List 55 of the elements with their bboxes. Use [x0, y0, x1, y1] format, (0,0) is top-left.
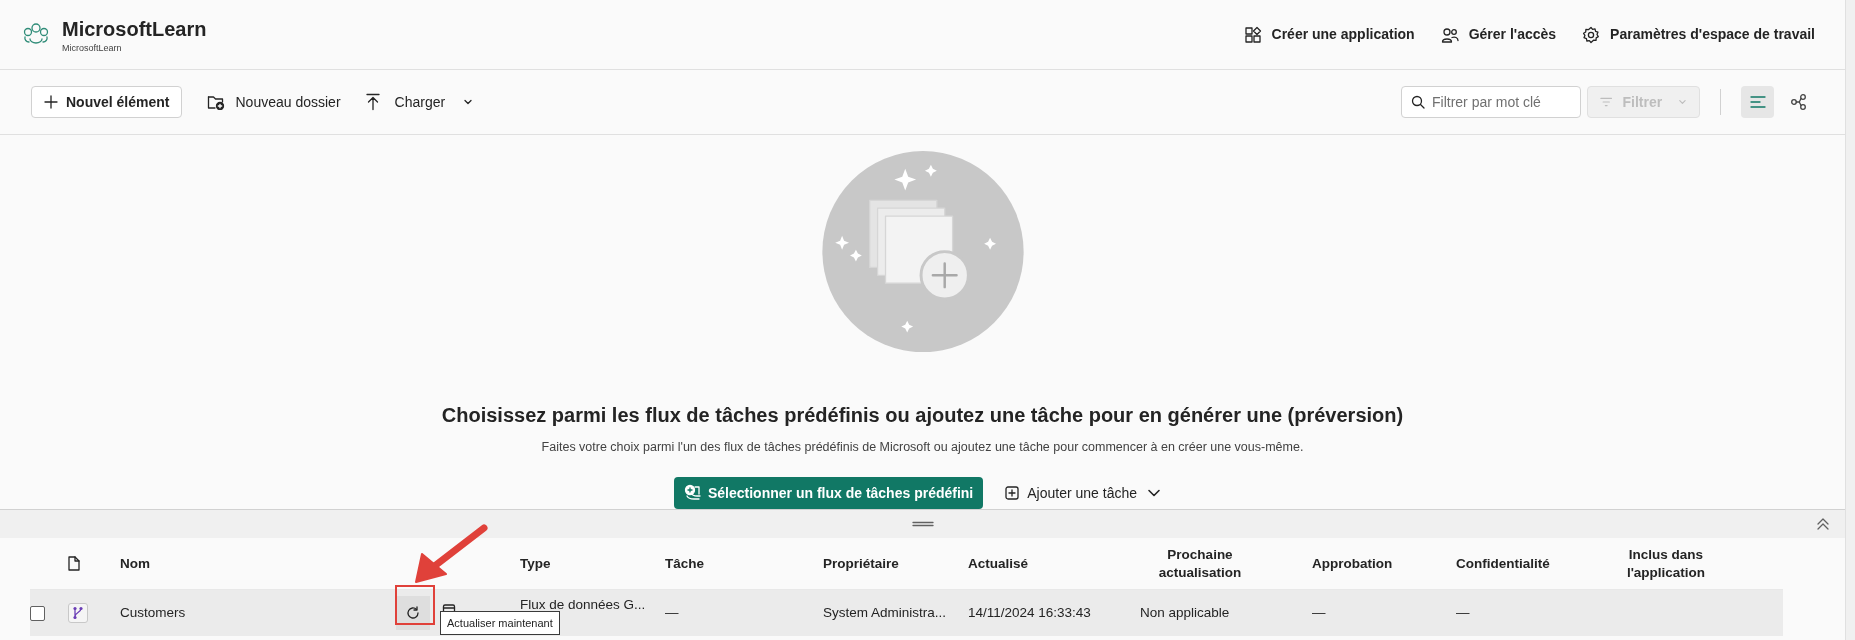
- column-header: Nom: [120, 554, 151, 573]
- header-action-button[interactable]: Paramètres d'espace de travail: [1582, 24, 1815, 45]
- item-name[interactable]: Customers: [120, 604, 186, 620]
- sensitivity-cell: —: [1456, 604, 1470, 620]
- empty-state-description: Faites votre choix parmi l'un des flux de tâches prédéfinis de Microsoft ou ajoutez une tâche pour commencer à en créer une vous-même.: [541, 439, 1304, 457]
- filter-field[interactable]: Filtrer par mot clé: [1401, 86, 1581, 118]
- select-workflow-button[interactable]: Sélectionner un flux de tâches prédéfini: [673, 477, 984, 509]
- column-header: Propriétaire: [823, 554, 900, 573]
- workspace-subtitle: MicrosoftLearn: [62, 41, 123, 54]
- column-header: Approbation: [1312, 554, 1394, 573]
- people-icon: [1440, 25, 1459, 44]
- folder-plus-icon: [207, 94, 226, 110]
- column-header: Prochaine actualisation: [1157, 545, 1243, 582]
- tooltip: Actualiser maintenant: [440, 611, 560, 635]
- filter-icon: [1600, 96, 1613, 108]
- refresh-icon: [406, 606, 420, 620]
- column-header: Type: [520, 554, 552, 573]
- upload-icon: [364, 93, 381, 111]
- workspace-title: MicrosoftLearn: [62, 16, 207, 42]
- empty-state-title: Choisissez parmi les flux de tâches prédéfinis ou ajoutez une tâche pour en générer une (préversion): [441, 403, 1404, 429]
- chevron-down-icon: [1147, 488, 1161, 498]
- row-checkbox[interactable]: [30, 605, 45, 621]
- column-header: Confidentialité: [1456, 554, 1551, 573]
- double-chevron-up-icon: [1816, 517, 1830, 531]
- new-folder-button[interactable]: Nouveau dossier: [207, 91, 341, 113]
- task-cell: —: [665, 604, 679, 620]
- column-header: Actualisé: [968, 554, 1030, 573]
- file-icon: [68, 556, 80, 571]
- header-action-button[interactable]: Gérer l'accès: [1440, 24, 1557, 45]
- next-refresh-cell: Non applicable: [1140, 604, 1230, 620]
- view-toggle-button[interactable]: [1741, 86, 1774, 118]
- header-action-button[interactable]: Créer une application: [1243, 24, 1415, 45]
- collapse-button[interactable]: [1815, 516, 1831, 532]
- plus-icon: [44, 95, 58, 109]
- approval-cell: —: [1312, 604, 1326, 620]
- lineage-view-icon: [1789, 93, 1808, 111]
- stacked-plus-icon: [683, 484, 702, 502]
- settings-icon: [1582, 25, 1601, 44]
- scrollbar[interactable]: [1845, 0, 1855, 640]
- drag-handle-icon: [911, 521, 934, 527]
- owner-cell: System Administra...: [823, 604, 947, 620]
- apps-icon: [1243, 25, 1262, 44]
- list-view-icon: [1748, 93, 1767, 111]
- column-header: Tâche: [665, 554, 706, 573]
- new-item-button[interactable]: Nouvel élément: [31, 86, 183, 118]
- type-cell: Flux de données G...: [520, 596, 646, 612]
- chevron-down-icon: [463, 97, 474, 107]
- refreshed-cell: 14/11/2024 16:33:43: [968, 604, 1091, 620]
- chevron-down-icon: [1678, 97, 1687, 107]
- highlight-frame: [395, 585, 435, 625]
- plus-square-icon: [1005, 486, 1020, 500]
- column-header: Inclus dans l'application: [1625, 545, 1707, 582]
- add-task-button[interactable]: Ajouter une tâche: [1005, 482, 1161, 504]
- upload-button[interactable]: Charger: [364, 91, 474, 113]
- dataflow-icon: [72, 606, 84, 620]
